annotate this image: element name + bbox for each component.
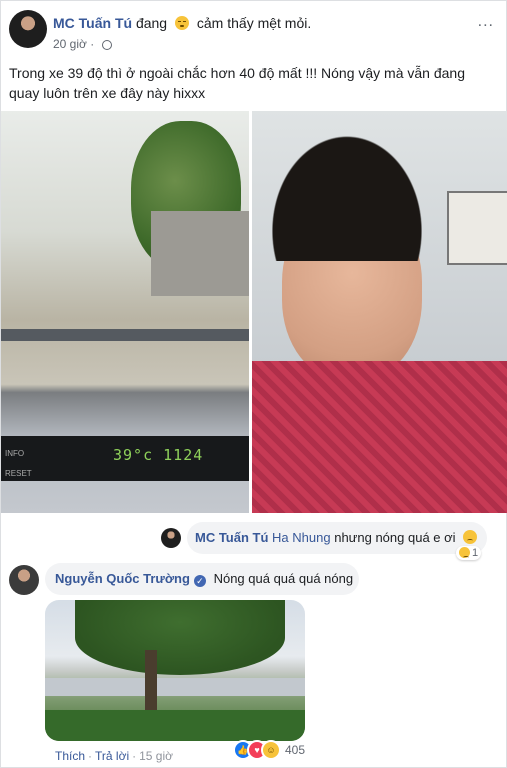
photo-selfie[interactable] <box>252 111 507 513</box>
comment-author[interactable]: Nguyễn Quốc Trường <box>55 571 190 586</box>
dashboard-edge <box>1 329 249 341</box>
reply-reaction-count: 1 <box>472 547 479 559</box>
dash-clock: 1124 <box>163 446 204 464</box>
lake-water <box>45 678 305 696</box>
comment-bubble: Nguyễn Quốc Trường ✓ Nóng quá quá quá nón… <box>45 563 359 595</box>
dash-info-label: INFO <box>5 449 25 458</box>
like-link[interactable]: Thích <box>55 749 85 763</box>
globe-icon[interactable] <box>101 40 112 50</box>
comment-reactions[interactable]: 👍 ♥ ☺ 405 <box>233 740 305 760</box>
reply-reactions[interactable]: 1 <box>456 546 482 560</box>
verified-icon: ✓ <box>193 575 206 587</box>
lake-tree <box>75 600 285 675</box>
selfie-hair <box>252 111 442 261</box>
feeling-prefix: đang <box>135 15 168 31</box>
meta-separator: · <box>90 37 95 51</box>
dash-temp: 39°c <box>113 446 154 464</box>
feeling-text: cảm thấy mệt mỏi. <box>196 15 312 31</box>
author-avatar[interactable] <box>9 10 47 48</box>
sad-reaction-icon <box>459 547 470 558</box>
action-separator: · <box>88 749 93 763</box>
post-text: Trong xe 39 độ thì ở ngoài chắc hơn 40 đ… <box>9 65 466 101</box>
comment-time[interactable]: 15 giờ <box>139 749 173 763</box>
reply-tag[interactable]: Ha Nhung <box>272 530 331 545</box>
post-time[interactable]: 20 giờ <box>53 37 87 51</box>
more-options-icon[interactable]: ... <box>478 13 494 31</box>
action-separator: · <box>132 749 137 763</box>
author-name[interactable]: MC Tuấn Tú <box>53 15 132 31</box>
comment-actions: Thích · Trả lời · 15 giờ <box>55 749 173 763</box>
reply-text: nhưng nóng quá e ơi <box>334 530 456 545</box>
comment-photo-lake[interactable] <box>45 600 305 741</box>
dash-reset-label: RESET <box>5 469 32 478</box>
post-header: MC Tuấn Tú đang cảm thấy mệt mỏi. <box>53 15 311 31</box>
post-meta: 20 giờ · <box>53 37 112 51</box>
reply-author[interactable]: MC Tuấn Tú <box>195 530 268 545</box>
photo-car-dashboard[interactable]: INFO RESET 39°c 1124 <box>1 111 249 513</box>
reply-link[interactable]: Trả lời <box>95 749 129 763</box>
street-wall <box>151 211 249 296</box>
sad-emoji-icon <box>463 530 478 544</box>
haha-reaction-icon: ☺ <box>261 740 281 760</box>
selfie-shirt <box>252 361 507 513</box>
comment-reaction-count: 405 <box>285 743 306 757</box>
commenter-avatar[interactable] <box>9 565 39 595</box>
comment-text: Nóng quá quá quá nóng <box>213 571 354 586</box>
reply-bubble: MC Tuấn Tú Ha Nhung nhưng nóng quá e ơi <box>187 522 487 554</box>
tired-emoji-icon <box>175 16 189 30</box>
car-window <box>447 191 507 265</box>
facebook-post: MC Tuấn Tú đang cảm thấy mệt mỏi. 20 giờ… <box>0 0 507 768</box>
dashboard-readout: 39°c 1124 <box>113 446 203 464</box>
reply-avatar[interactable] <box>161 528 181 548</box>
lake-hedge <box>45 710 305 741</box>
